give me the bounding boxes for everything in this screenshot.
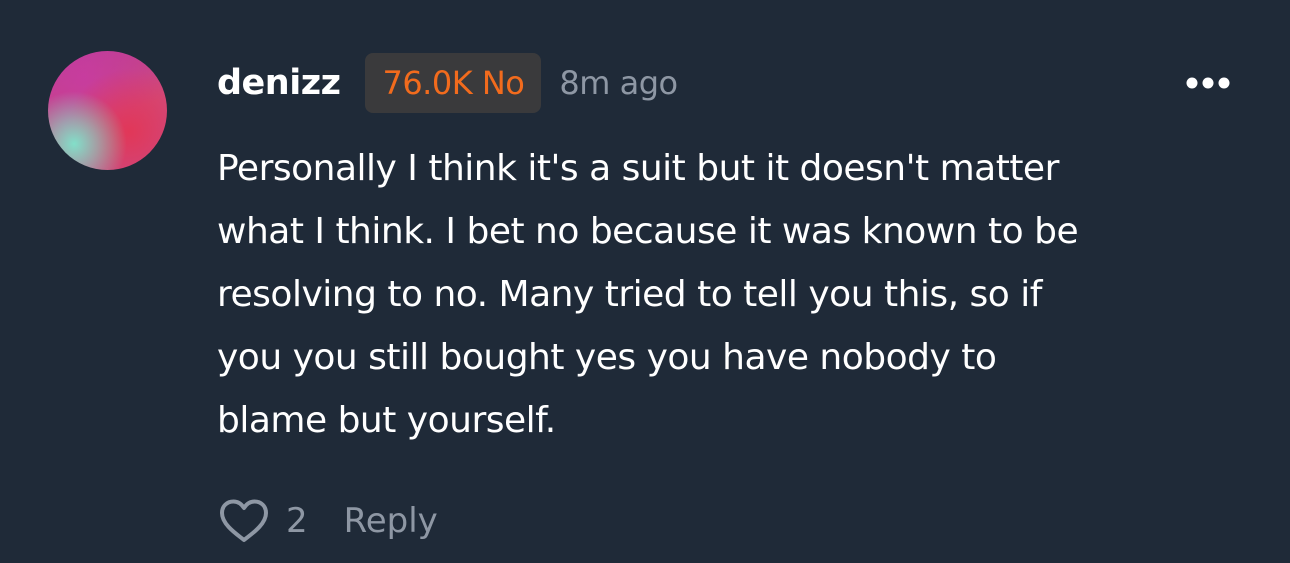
comment-body-line: blame but yourself. xyxy=(217,400,556,441)
more-options-button[interactable] xyxy=(1180,66,1236,100)
reply-button[interactable]: Reply xyxy=(344,501,438,541)
heart-icon xyxy=(220,499,268,542)
like-count: 2 xyxy=(286,501,308,541)
position-badge: 76.0K No xyxy=(365,53,542,113)
comment-actions: 2 Reply xyxy=(218,496,438,546)
comment-body-line: you you still bought yes you have nobody… xyxy=(217,337,997,378)
position-badge-label: 76.0K No xyxy=(382,64,525,102)
timestamp: 8m ago xyxy=(559,64,678,102)
comment-body-line: what I think. I bet no because it was kn… xyxy=(217,211,1079,252)
comment-card: denizz 76.0K No 8m ago Personally I thin… xyxy=(0,0,1290,563)
like-button[interactable]: 2 xyxy=(218,498,308,544)
comment-body: Personally I think it's a suit but it do… xyxy=(217,137,1237,452)
username[interactable]: denizz xyxy=(217,63,341,103)
avatar[interactable] xyxy=(48,51,167,170)
comment-header: denizz 76.0K No 8m ago xyxy=(217,53,678,113)
comment-body-line: resolving to no. Many tried to tell you … xyxy=(217,274,1042,315)
comment-body-line: Personally I think it's a suit but it do… xyxy=(217,148,1059,189)
more-horizontal-icon xyxy=(1186,77,1230,89)
